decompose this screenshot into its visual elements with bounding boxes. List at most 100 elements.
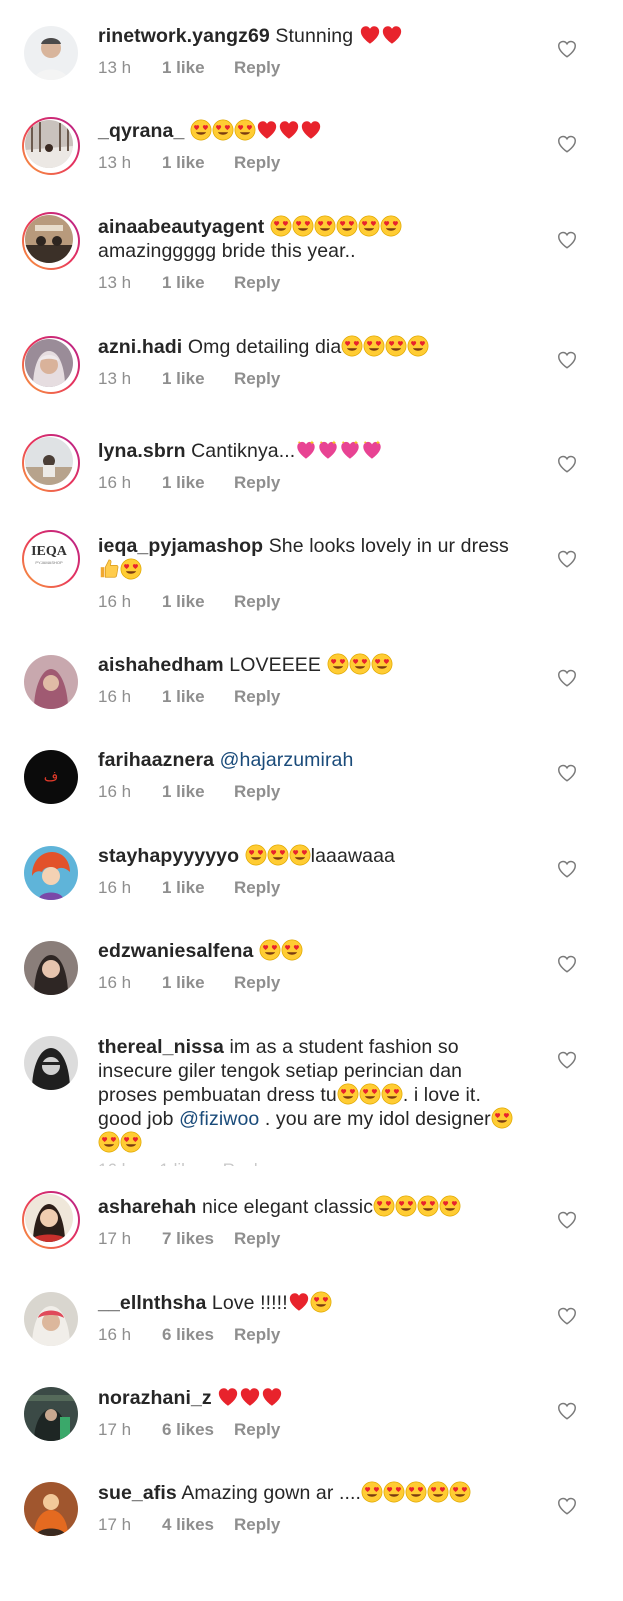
heart-eyes-icon [383,1481,405,1503]
comment-username[interactable]: _qyrana_ [98,120,184,142]
comment-username[interactable]: rinetwork.yangz69 [98,25,270,47]
like-heart-icon[interactable] [555,1049,579,1071]
like-heart-icon[interactable] [555,1305,579,1327]
like-heart-icon[interactable] [555,349,579,371]
comment-meta: 13 h 1 like Reply [98,369,280,389]
heart-eyes-icon [380,215,402,237]
avatar[interactable]: IEQA PYJAMASHOP [22,530,80,588]
reply-button[interactable]: Reply [234,1515,280,1535]
avatar[interactable] [22,1290,80,1348]
reply-button[interactable]: Reply [234,878,280,898]
heart-eyes-icon [289,844,311,866]
avatar[interactable] [22,1191,80,1249]
reply-button[interactable]: Reply [234,369,280,389]
comment-username[interactable]: stayhapyyyyyo [98,845,239,867]
like-heart-icon[interactable] [555,1495,579,1517]
like-heart-icon[interactable] [555,667,579,689]
comment-likes[interactable]: 4 likes [162,1515,234,1535]
comment-likes[interactable]: 6 likes [162,1420,234,1440]
comment-username[interactable]: ainaabeautyagent [98,216,264,238]
avatar-logo-subtext: PYJAMASHOP [35,560,63,565]
avatar[interactable]: ف [22,748,80,806]
comment-username[interactable]: azni.hadi [98,336,182,358]
reply-button[interactable]: Reply [234,687,280,707]
avatar[interactable] [22,212,80,270]
heart-eyes-icon [212,119,234,141]
heart-eyes-icon [234,119,256,141]
like-heart-icon[interactable] [555,229,579,251]
comment-likes[interactable]: 1 like [162,782,234,802]
avatar[interactable] [22,653,80,711]
comment-mention[interactable]: @hajarzumirah [220,749,354,771]
reply-button[interactable]: Reply [234,592,280,612]
like-heart-icon[interactable] [555,1209,579,1231]
comment-likes[interactable]: 1 like [162,153,234,173]
comment-meta: 16 h 1 like Reply [98,878,280,898]
reply-button[interactable]: Reply [234,973,280,993]
avatar[interactable] [22,117,80,175]
reply-button[interactable]: Reply [234,58,280,78]
comment-text: aishahedham LOVEEEE [98,653,538,677]
like-heart-icon[interactable] [555,38,579,60]
heart-eyes-icon [449,1481,471,1503]
comment-username[interactable]: asharehah [98,1196,196,1218]
comment-text: stayhapyyyyyo laaawaaa [98,844,538,868]
avatar[interactable] [22,844,80,902]
reply-button[interactable]: Reply [234,782,280,802]
comment-time: 16 h [98,878,132,897]
comment-meta: 16 h 1 like Reply [98,687,280,707]
comment-body: amazinggggg bride this year.. [98,240,356,262]
avatar[interactable] [22,336,80,394]
heart-eyes-icon [361,1481,383,1503]
comment-likes[interactable]: 1 like [162,369,234,389]
like-heart-icon[interactable] [555,953,579,975]
comment-likes[interactable]: 1 like [162,592,234,612]
comment-username[interactable]: ieqa_pyjamashop [98,535,263,557]
heart-eyes-icon [98,1131,120,1153]
avatar[interactable] [22,939,80,997]
avatar[interactable] [22,1480,80,1538]
reply-button[interactable]: Reply [234,473,280,493]
comment-time: 16 h [98,687,132,706]
reply-button[interactable]: Reply [234,273,280,293]
comment-username[interactable]: __ellnthsha [98,1292,206,1314]
like-heart-icon[interactable] [555,1400,579,1422]
heart-eyes-icon [349,653,371,675]
comment-mention[interactable]: @fiziwoo [179,1108,259,1130]
avatar[interactable] [22,1034,80,1092]
comment-username[interactable]: aishahedham [98,654,224,676]
like-heart-icon[interactable] [555,858,579,880]
like-heart-icon[interactable] [555,762,579,784]
red-heart-icon [300,119,322,141]
comment-likes[interactable]: 1 like [162,878,234,898]
reply-button[interactable]: Reply [234,1420,280,1440]
comment-likes[interactable]: 1 like [162,273,234,293]
comment-username[interactable]: farihaaznera [98,749,214,771]
like-heart-icon[interactable] [555,133,579,155]
reply-button[interactable]: Reply [234,1325,280,1345]
comment-likes[interactable]: 1 like [162,473,234,493]
heart-eyes-icon [336,215,358,237]
like-heart-icon[interactable] [555,453,579,475]
heart-eyes-icon [358,215,380,237]
like-heart-icon[interactable] [555,548,579,570]
comment-likes[interactable]: 1 like [162,58,234,78]
heart-eyes-icon [385,335,407,357]
avatar[interactable] [22,1385,80,1443]
comment-likes[interactable]: 6 likes [162,1325,234,1345]
heart-eyes-icon [381,1083,403,1105]
avatar[interactable] [22,434,80,492]
reply-button[interactable]: Reply [234,1229,280,1249]
comment-likes[interactable]: 1 like [162,973,234,993]
comment-username[interactable]: sue_afis [98,1482,177,1504]
comment-username[interactable]: thereal_nissa [98,1036,224,1058]
comment-username[interactable]: edzwaniesalfena [98,940,253,962]
comment-likes[interactable]: 1 like [162,687,234,707]
avatar[interactable] [22,24,80,82]
avatar-initial: ف [43,769,59,785]
comment-username[interactable]: lyna.sbrn [98,440,186,462]
red-heart-icon [217,1386,239,1408]
comment-username[interactable]: norazhani_z [98,1387,212,1409]
comment-likes[interactable]: 7 likes [162,1229,234,1249]
reply-button[interactable]: Reply [234,153,280,173]
